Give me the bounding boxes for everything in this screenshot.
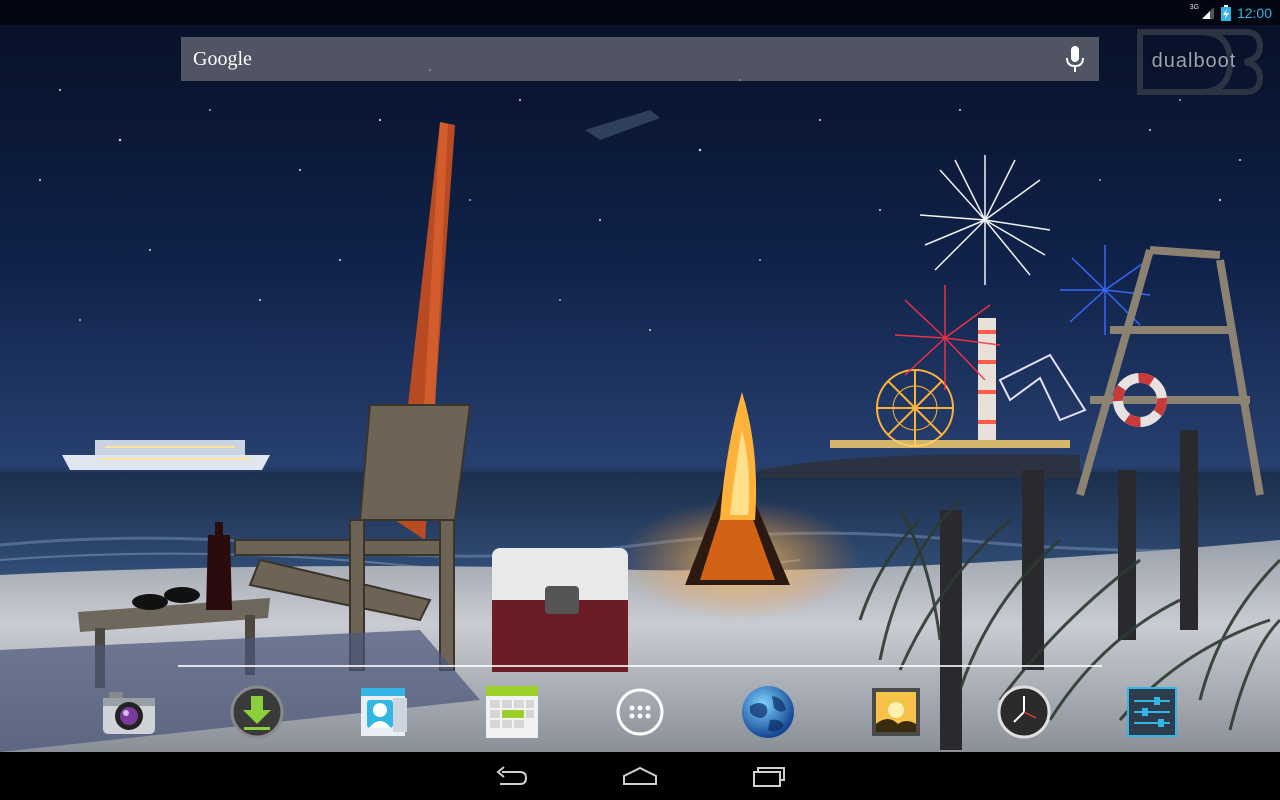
gallery-app[interactable] <box>868 684 924 740</box>
navigation-bar <box>0 752 1280 800</box>
battery-charging-icon <box>1220 4 1231 21</box>
browser-app[interactable] <box>740 684 796 740</box>
app-drawer-button[interactable] <box>612 684 668 740</box>
people-app[interactable] <box>357 684 413 740</box>
logo-text: dualboot <box>1151 50 1237 72</box>
app-drawer-icon <box>616 688 664 736</box>
network-type: 3G <box>1189 4 1199 11</box>
camera-app[interactable] <box>101 684 157 740</box>
contacts-icon <box>361 688 407 736</box>
search-label[interactable]: Google <box>193 48 1063 71</box>
favorites-dock <box>0 680 1280 746</box>
back-button[interactable] <box>457 752 567 800</box>
signal-icon <box>1201 6 1214 19</box>
camera-icon <box>103 692 155 734</box>
back-icon <box>496 766 528 785</box>
mic-icon[interactable] <box>1063 44 1087 74</box>
home-icon <box>623 766 657 785</box>
settings-app[interactable] <box>1124 684 1180 740</box>
recents-button[interactable] <box>713 752 823 800</box>
status-bar: 3G 12:00 <box>0 0 1280 25</box>
google-search-bar[interactable]: Google <box>181 37 1099 81</box>
gallery-icon <box>872 688 920 736</box>
clock-app[interactable] <box>996 684 1052 740</box>
status-clock: 12:00 <box>1236 4 1272 21</box>
recents-icon <box>753 767 785 787</box>
dock-divider <box>178 665 1102 667</box>
settings-icon <box>1127 687 1177 737</box>
globe-icon <box>742 686 794 738</box>
home-button[interactable] <box>585 752 695 800</box>
calendar-app[interactable] <box>484 684 540 740</box>
calendar-icon <box>486 686 538 738</box>
clock-icon <box>997 685 1051 739</box>
download-icon <box>230 685 284 739</box>
beach-night-wallpaper <box>0 0 1280 752</box>
downloads-app[interactable] <box>229 684 285 740</box>
